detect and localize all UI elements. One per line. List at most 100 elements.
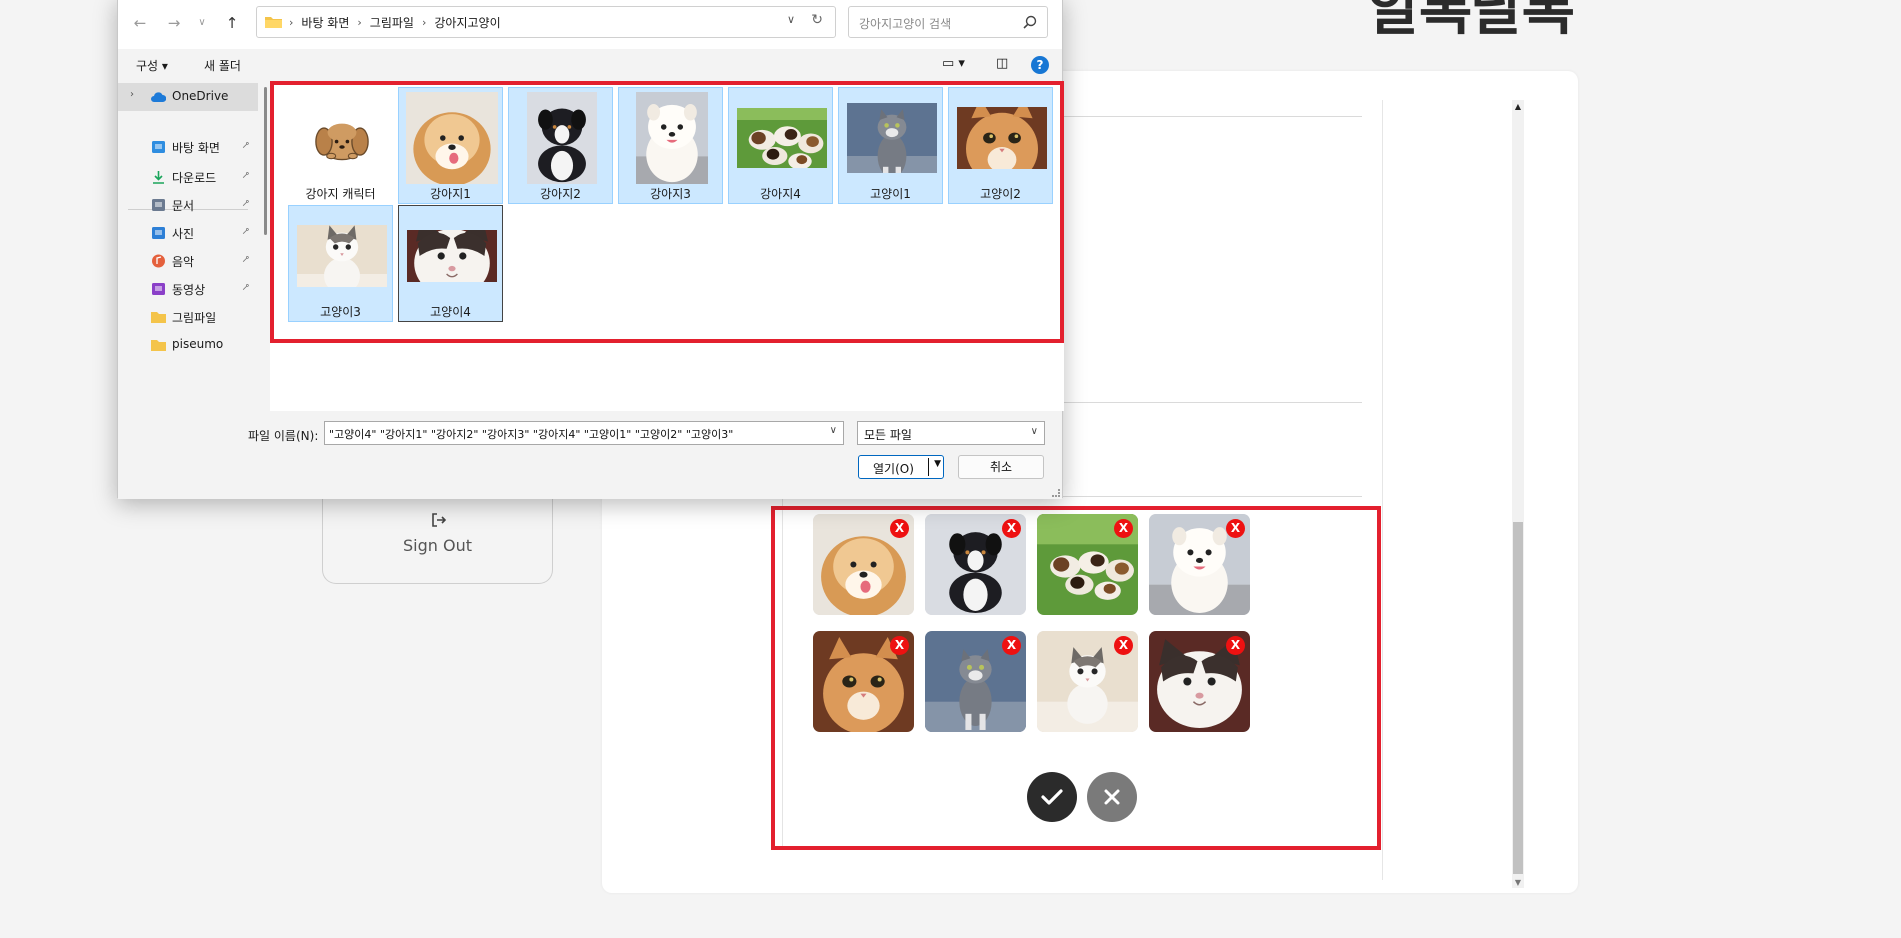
image-thumbnail — [736, 107, 827, 168]
sidebar-item[interactable]: 다운로드 ⊸ — [118, 163, 258, 191]
chevron-down-icon[interactable]: ∨ — [787, 13, 795, 26]
sidebar-item-label: 사진 — [172, 227, 195, 241]
file-tile[interactable]: 강아지3 — [618, 87, 723, 204]
file-name: 고양이2 — [980, 187, 1021, 201]
help-icon[interactable]: ? — [1031, 56, 1049, 74]
sidebar-item[interactable]: 음악 ⊸ — [118, 247, 258, 275]
image-thumbnail — [405, 91, 498, 184]
remove-image-button[interactable]: X — [890, 519, 909, 538]
chevron-right-icon[interactable]: › — [130, 89, 134, 100]
breadcrumb-item[interactable]: 바탕 화면 — [301, 14, 349, 31]
pin-icon: ⊸ — [239, 196, 254, 211]
file-tile[interactable]: 고양이3 — [288, 205, 393, 322]
file-name: 고양이4 — [430, 305, 471, 319]
sidebar-item[interactable]: 동영상 ⊸ — [118, 275, 258, 303]
chevron-down-icon[interactable]: ▼ — [934, 459, 941, 469]
file-tile[interactable]: 강아지2 — [508, 87, 613, 204]
breadcrumb-item[interactable]: 그림파일 — [370, 14, 414, 31]
up-arrow-icon[interactable]: ↑ — [222, 13, 242, 33]
scrollbar[interactable]: ▲ ▼ — [1512, 100, 1524, 888]
scrollbar-thumb[interactable] — [1513, 522, 1523, 874]
file-tile[interactable]: 고양이2 — [948, 87, 1053, 204]
file-name: 강아지2 — [540, 187, 581, 201]
file-tile[interactable]: 고양이4 — [398, 205, 503, 322]
remove-image-button[interactable]: X — [1226, 519, 1245, 538]
divider-line — [1382, 100, 1383, 880]
remove-image-button[interactable]: X — [1002, 636, 1021, 655]
remove-image-button[interactable]: X — [1002, 519, 1021, 538]
address-bar[interactable]: › 바탕 화면 › 그림파일 › 강아지고양이 ∨ ↻ — [256, 6, 836, 38]
back-arrow-icon[interactable]: ← — [130, 13, 150, 33]
file-thumbnail — [625, 91, 718, 184]
file-tile[interactable]: 강아지 캐릭터 — [288, 87, 393, 204]
cancel-button[interactable]: 취소 — [958, 455, 1044, 479]
file-thumbnail — [295, 209, 388, 302]
forward-arrow-icon[interactable]: → — [164, 13, 184, 33]
folder-icon — [265, 17, 282, 28]
preview-image: X — [1037, 631, 1138, 732]
recent-dropdown-icon[interactable]: ∨ — [192, 13, 212, 33]
pin-icon: ⊸ — [239, 224, 254, 239]
file-tile[interactable]: 고양이1 — [838, 87, 943, 204]
pictures-icon — [152, 227, 165, 239]
sidebar-item-label: 그림파일 — [172, 311, 217, 325]
cloud-icon — [151, 92, 166, 102]
remove-image-button[interactable]: X — [1114, 519, 1133, 538]
check-icon — [1041, 789, 1063, 805]
sidebar-item[interactable]: 사진 ⊸ — [118, 219, 258, 247]
sign-out-icon — [432, 513, 447, 527]
sidebar-item[interactable]: 바탕 화면 ⊸ — [118, 133, 258, 161]
close-icon — [1104, 789, 1120, 805]
filename-field[interactable]: "고양이4" "강아지1" "강아지2" "강아지3" "강아지4" "고양이1… — [324, 421, 844, 445]
chevron-right-icon: › — [421, 16, 427, 29]
sidebar-item-label: piseumo — [172, 337, 224, 351]
pin-icon: ⊸ — [239, 138, 254, 153]
image-thumbnail — [635, 91, 708, 184]
file-name: 강아지 캐릭터 — [305, 187, 376, 201]
folder-icon — [151, 312, 166, 323]
remove-image-button[interactable]: X — [890, 636, 909, 655]
refresh-icon[interactable]: ↻ — [811, 12, 823, 28]
sidebar-item[interactable]: 문서 ⊸ — [118, 191, 258, 219]
remove-image-button[interactable]: X — [1226, 636, 1245, 655]
resize-grip-icon[interactable] — [1052, 489, 1060, 497]
confirm-button[interactable] — [1027, 772, 1077, 822]
file-tile[interactable]: 강아지1 — [398, 87, 503, 204]
cancel-upload-button[interactable] — [1087, 772, 1137, 822]
chevron-right-icon: › — [357, 16, 362, 29]
address-row: ← → ∨ ↑ › 바탕 화면 › 그림파일 › 강아지고양이 ∨ ↻ 강아지고양이 검색 — [118, 0, 1062, 49]
sidebar-item-label: 바탕 화면 — [172, 141, 220, 155]
nav-pane-scrollbar[interactable] — [264, 87, 267, 235]
sidebar-item[interactable]: 그림파일 — [118, 303, 258, 331]
open-button[interactable]: 열기(O) ▼ — [858, 455, 944, 479]
sidebar-item[interactable]: piseumo — [118, 331, 258, 359]
scroll-up-arrow-icon[interactable]: ▲ — [1512, 102, 1524, 112]
breadcrumb-item[interactable]: 강아지고양이 — [434, 14, 500, 31]
preview-image: X — [1149, 631, 1250, 732]
filetype-select[interactable]: 모든 파일 ∨ — [857, 421, 1045, 445]
site-title: 알록달록 — [1367, 0, 1575, 43]
preview-image: X — [925, 514, 1026, 615]
navigation-pane: › OneDrive 바탕 화면 ⊸ 다운로드 ⊸ 문서 ⊸ 사진 ⊸ 음악 ⊸ 동영상 ⊸ 그림파일 pis… — [118, 81, 258, 411]
preview-image: X — [1037, 514, 1138, 615]
chevron-right-icon: › — [289, 16, 294, 29]
desktop-icon — [152, 141, 165, 153]
filetype-value: 모든 파일 — [864, 428, 912, 442]
file-tile[interactable]: 강아지4 — [728, 87, 833, 204]
search-input[interactable]: 강아지고양이 검색 — [848, 6, 1048, 38]
chevron-down-icon[interactable]: ∨ — [830, 425, 837, 436]
new-folder-button[interactable]: 새 폴더 — [204, 57, 241, 74]
file-thumbnail — [295, 91, 388, 184]
download-icon — [153, 171, 164, 184]
file-name: 강아지4 — [760, 187, 801, 201]
view-options-button[interactable]: ▭ ▾ — [942, 56, 965, 71]
split-divider — [928, 458, 929, 476]
scroll-down-arrow-icon[interactable]: ▼ — [1512, 878, 1524, 888]
preview-pane-button[interactable]: ◫ — [996, 56, 1008, 71]
sidebar-item[interactable]: › OneDrive — [118, 83, 258, 111]
organize-button[interactable]: 구성 ▾ — [136, 57, 168, 74]
folder-icon — [151, 340, 166, 351]
remove-image-button[interactable]: X — [1114, 636, 1133, 655]
search-placeholder: 강아지고양이 검색 — [859, 17, 952, 31]
video-icon — [152, 283, 165, 295]
